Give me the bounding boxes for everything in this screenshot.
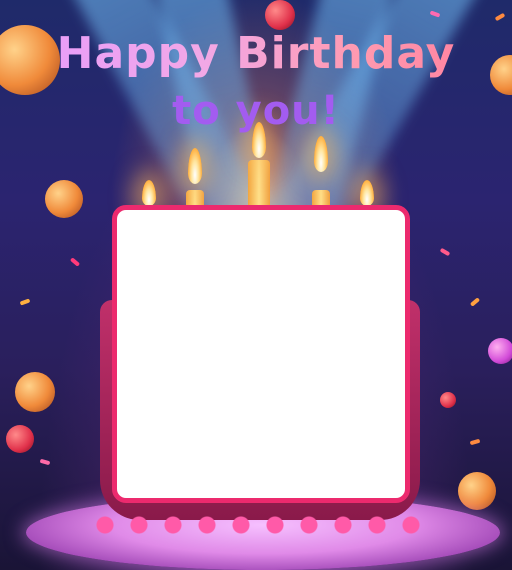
confetti [469, 297, 481, 307]
candle-flame [142, 180, 156, 206]
party-ball [458, 472, 496, 510]
photo-frame[interactable] [112, 205, 410, 503]
confetti [494, 12, 506, 22]
confetti [39, 458, 51, 466]
birthday-card: Happy Birthday to you! [0, 0, 512, 570]
party-ball [15, 372, 55, 412]
confetti [439, 247, 451, 257]
greeting-subtitle: to you! [172, 88, 340, 134]
greeting-title: Happy Birthday [0, 28, 512, 79]
candle-flame [360, 180, 374, 206]
party-ball [488, 338, 512, 364]
party-ball [45, 180, 83, 218]
party-ball [6, 425, 34, 453]
cake-flower-decoration [95, 505, 425, 547]
confetti [469, 438, 481, 446]
confetti [69, 257, 81, 267]
party-ball [440, 392, 456, 408]
party-ball [265, 0, 295, 30]
candle [248, 160, 270, 210]
confetti [19, 298, 31, 306]
